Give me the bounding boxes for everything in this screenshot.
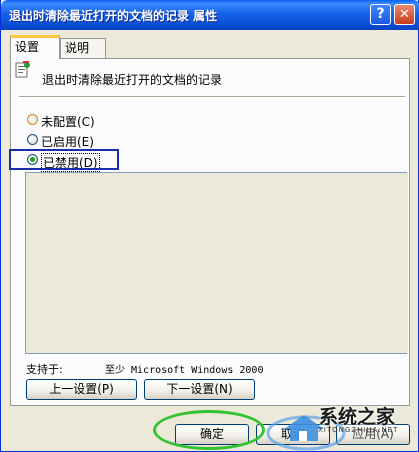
title-bar[interactable]: 退出时清除最近打开的文档的记录 属性 ? ✕ (1, 0, 419, 30)
tab-description-label: 说明 (65, 41, 90, 55)
previous-setting-button[interactable]: 上一设置(P) (26, 379, 137, 400)
radio-label: 未配置(C) (41, 115, 95, 129)
divider (19, 96, 405, 98)
watermark-text: 系统之家 (319, 406, 396, 428)
window-title: 退出时清除最近打开的文档的记录 属性 (9, 9, 218, 23)
next-setting-button[interactable]: 下一设置(N) (144, 379, 255, 400)
watermark-url: XITONGZHIJIA.NET (318, 426, 399, 434)
annotation-ellipse (153, 410, 265, 450)
supported-on-label: 支持于: (26, 363, 63, 376)
scrollbar[interactable] (407, 172, 408, 354)
explanation-area (25, 172, 407, 354)
policy-setting-icon (15, 61, 30, 78)
tab-settings-label: 设置 (15, 40, 40, 54)
radio-button[interactable] (27, 114, 38, 125)
properties-dialog: 退出时清除最近打开的文档的记录 属性 ? ✕ 设置 说明 退出时清除最近打开的文… (0, 0, 419, 452)
annotation-highlight-box (9, 149, 119, 170)
tab-settings[interactable]: 设置 (10, 35, 60, 59)
close-icon[interactable]: ✕ (394, 4, 415, 25)
policy-title: 退出时清除最近打开的文档的记录 (42, 73, 223, 87)
radio-label: 已启用(E) (41, 135, 94, 149)
radio-button[interactable] (27, 134, 38, 145)
tab-description[interactable]: 说明 (60, 38, 106, 58)
help-icon[interactable]: ? (370, 4, 391, 25)
supported-on-value: 至少 Microsoft Windows 2000 (105, 365, 264, 376)
